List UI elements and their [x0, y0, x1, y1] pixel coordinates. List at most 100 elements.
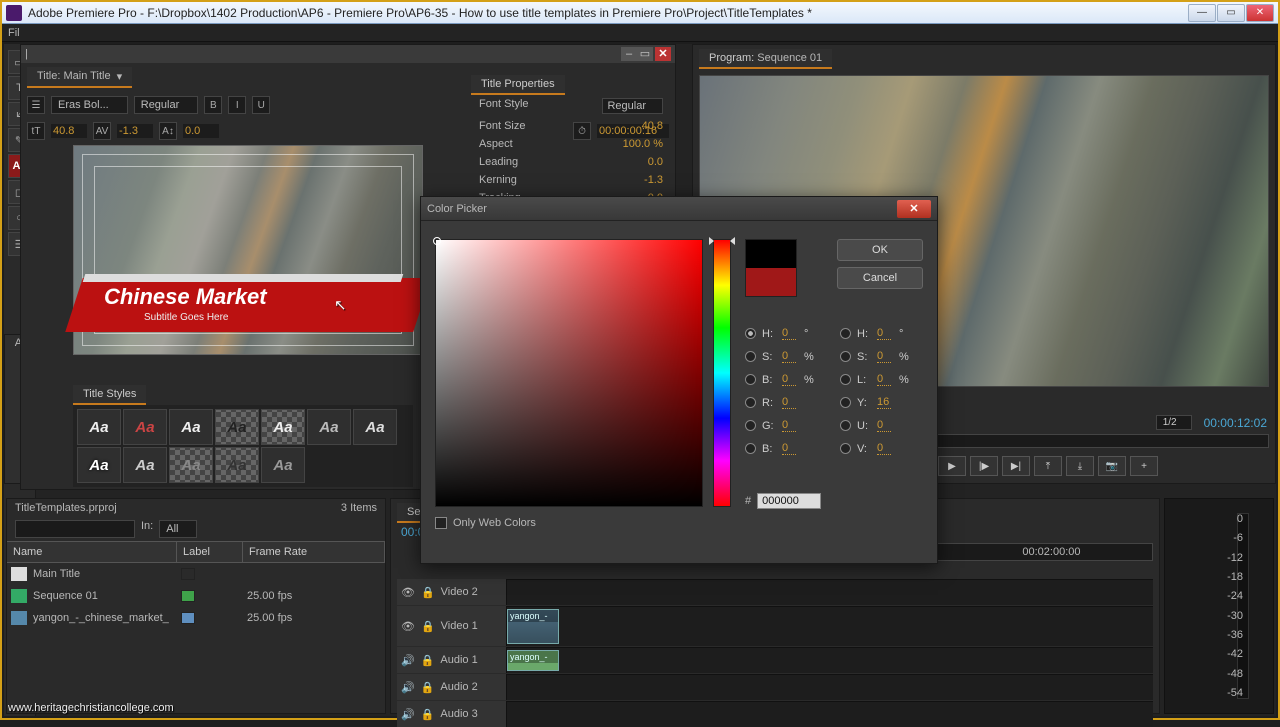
yuv-v-value[interactable]: 0 — [877, 442, 891, 455]
color-field[interactable] — [435, 239, 703, 507]
project-col-label[interactable]: Label — [177, 542, 243, 562]
hsb-b-value[interactable]: 0 — [782, 373, 796, 386]
cancel-button[interactable]: Cancel — [837, 267, 923, 289]
project-row[interactable]: Main Title — [7, 563, 385, 585]
extract-button[interactable]: ⤓ — [1066, 456, 1094, 476]
hsl-l-value[interactable]: 0 — [877, 373, 891, 386]
leading-value[interactable]: 0.0 — [183, 124, 219, 138]
play-button[interactable]: ▶ — [938, 456, 966, 476]
speaker-icon[interactable]: 🔊 — [401, 654, 415, 667]
prop-kerning-value[interactable]: -1.3 — [644, 174, 663, 186]
yuv-v-radio[interactable] — [840, 443, 851, 454]
style-swatch[interactable]: Aa — [215, 447, 259, 483]
italic-button[interactable]: I — [228, 96, 246, 114]
project-row-label[interactable] — [181, 590, 195, 602]
lift-button[interactable]: ⤒ — [1034, 456, 1062, 476]
program-tc-right[interactable]: 00:00:12:02 — [1204, 416, 1267, 430]
export-frame-button[interactable]: 📷 — [1098, 456, 1126, 476]
hsb-h-value[interactable]: 0 — [782, 327, 796, 340]
track-lane[interactable] — [507, 701, 1153, 727]
rgb-r-value[interactable]: 0 — [782, 396, 796, 409]
rgb-r-radio[interactable] — [745, 397, 756, 408]
title-window-header[interactable]: | – ▭ ✕ — [21, 45, 675, 63]
hsl-s-radio[interactable] — [840, 351, 851, 362]
bold-button[interactable]: B — [204, 96, 222, 114]
title-properties-tab[interactable]: Title Properties — [471, 75, 565, 95]
swatch-previous[interactable] — [746, 268, 796, 296]
hsl-l-radio[interactable] — [840, 374, 851, 385]
project-search-input[interactable] — [15, 520, 135, 538]
track-video-2[interactable]: 👁🔒Video 2 — [397, 579, 1153, 605]
hsb-s-radio[interactable] — [745, 351, 756, 362]
project-col-name[interactable]: Name — [7, 542, 177, 562]
web-colors-checkbox[interactable] — [435, 517, 447, 529]
track-lane[interactable] — [507, 674, 1153, 700]
track-video-1[interactable]: 👁🔒Video 1 yangon_- — [397, 606, 1153, 646]
hsb-h-radio[interactable] — [745, 328, 756, 339]
track-audio-3[interactable]: 🔊🔒Audio 3 — [397, 701, 1153, 727]
style-swatch[interactable]: Aa — [123, 447, 167, 483]
style-swatch[interactable]: Aa — [169, 447, 213, 483]
eye-icon[interactable]: 👁 — [401, 620, 415, 633]
button-editor-plus[interactable]: + — [1130, 456, 1158, 476]
hsb-b-radio[interactable] — [745, 374, 756, 385]
project-row-label[interactable] — [181, 612, 195, 624]
hsl-s-value[interactable]: 0 — [877, 350, 891, 363]
project-col-fps[interactable]: Frame Rate — [243, 542, 385, 562]
style-swatch[interactable]: Aa — [77, 409, 121, 445]
window-maximize-button[interactable]: ▭ — [1217, 4, 1245, 22]
lower-third-main-text[interactable]: Chinese Market — [104, 284, 267, 310]
color-field-indicator[interactable] — [433, 237, 441, 245]
hsl-h-radio[interactable] — [840, 328, 851, 339]
yuv-y-value[interactable]: 16 — [877, 396, 891, 409]
hue-slider[interactable] — [713, 239, 731, 507]
style-swatch[interactable]: Aa — [169, 409, 213, 445]
window-minimize-button[interactable]: — — [1188, 4, 1216, 22]
lock-icon[interactable]: 🔒 — [421, 620, 435, 633]
track-audio-2[interactable]: 🔊🔒Audio 2 — [397, 674, 1153, 700]
eye-icon[interactable]: 👁 — [401, 586, 415, 599]
audio-clip[interactable]: yangon_- — [507, 650, 559, 671]
style-swatch[interactable]: Aa — [215, 409, 259, 445]
color-picker-close-button[interactable]: ✕ — [897, 200, 931, 218]
kerning-value[interactable]: -1.3 — [117, 124, 153, 138]
track-lane[interactable]: yangon_- — [507, 606, 1153, 646]
video-clip[interactable]: yangon_- — [507, 609, 559, 644]
title-styles-tab[interactable]: Title Styles — [73, 385, 146, 405]
title-window-close[interactable]: ✕ — [655, 47, 671, 61]
style-swatch[interactable]: Aa — [77, 447, 121, 483]
lower-third-graphic[interactable]: Chinese Market Subtitle Goes Here — [74, 278, 422, 332]
lower-third-sub-text[interactable]: Subtitle Goes Here — [144, 312, 229, 323]
go-to-out-button[interactable]: ▶| — [1002, 456, 1030, 476]
program-tab[interactable]: Program: Sequence 01 — [699, 49, 832, 69]
project-row-label[interactable] — [181, 568, 195, 580]
rgb-g-radio[interactable] — [745, 420, 756, 431]
rgb-g-value[interactable]: 0 — [782, 419, 796, 432]
style-swatch[interactable]: Aa — [353, 409, 397, 445]
title-window-max[interactable]: ▭ — [637, 47, 653, 61]
track-audio-1[interactable]: 🔊🔒Audio 1 yangon_- — [397, 647, 1153, 673]
rgb-b-radio[interactable] — [745, 443, 756, 454]
title-window-min[interactable]: – — [621, 47, 637, 61]
lock-icon[interactable]: 🔒 — [421, 586, 435, 599]
speaker-icon[interactable]: 🔊 — [401, 708, 415, 721]
color-picker-titlebar[interactable]: Color Picker ✕ — [421, 197, 937, 221]
yuv-y-radio[interactable] — [840, 397, 851, 408]
program-zoom-select[interactable]: 1/2 — [1156, 415, 1192, 430]
project-row[interactable]: yangon_-_chinese_market_ 25.00 fps — [7, 607, 385, 629]
web-colors-row[interactable]: Only Web Colors — [435, 517, 536, 529]
app-menu-bar[interactable]: Fil — [2, 24, 1278, 42]
ok-button[interactable]: OK — [837, 239, 923, 261]
style-swatch[interactable]: Aa — [261, 447, 305, 483]
window-close-button[interactable]: ✕ — [1246, 4, 1274, 22]
title-canvas[interactable]: Chinese Market Subtitle Goes Here ↖ — [73, 145, 423, 355]
font-family-select[interactable]: Eras Bol... — [51, 96, 128, 114]
lock-icon[interactable]: 🔒 — [421, 681, 435, 694]
style-swatch[interactable]: Aa — [123, 409, 167, 445]
project-columns-header[interactable]: Name Label Frame Rate — [7, 541, 385, 563]
menu-file[interactable]: Fil — [8, 27, 20, 39]
rgb-b-value[interactable]: 0 — [782, 442, 796, 455]
yuv-u-value[interactable]: 0 — [877, 419, 891, 432]
swatch-new[interactable] — [746, 240, 796, 268]
lock-icon[interactable]: 🔒 — [421, 708, 435, 721]
